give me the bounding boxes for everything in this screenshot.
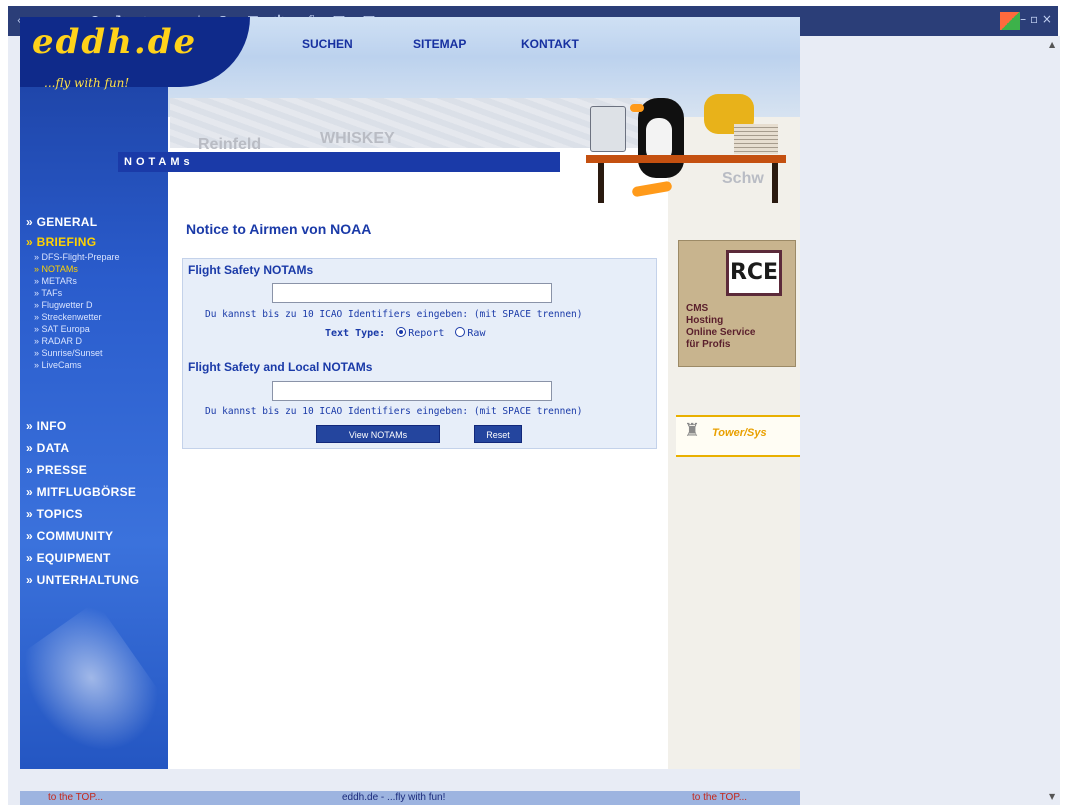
rce-logo[interactable]: RCE: [726, 250, 782, 296]
nav-sub-metars[interactable]: » METARs: [34, 276, 77, 286]
nav-briefing[interactable]: » BRIEFING: [26, 235, 96, 249]
radio-raw[interactable]: [455, 327, 466, 337]
scroll-down-icon[interactable]: ▼: [1049, 792, 1055, 801]
nav-equipment[interactable]: » EQUIPMENT: [26, 551, 111, 565]
scroll-up-icon[interactable]: ▲: [1049, 40, 1055, 49]
nav-info[interactable]: » INFO: [26, 419, 66, 433]
desk-icon: [586, 155, 786, 163]
footer-top-link-right[interactable]: to the TOP...: [692, 792, 747, 803]
nav-sub-flugwetter[interactable]: » Flugwetter D: [34, 300, 93, 310]
form2-heading: Flight Safety and Local NOTAMs: [188, 360, 373, 374]
nav-community[interactable]: » COMMUNITY: [26, 529, 113, 543]
rce-line: Online Service: [686, 327, 756, 338]
computer-monitor-icon: [590, 106, 626, 152]
nav-presse[interactable]: » PRESSE: [26, 463, 87, 477]
topnav-sitemap[interactable]: SITEMAP: [413, 37, 466, 51]
topnav-kontakt[interactable]: KONTAKT: [521, 37, 579, 51]
nav-sub-livecams[interactable]: » LiveCams: [34, 360, 82, 370]
site-logo[interactable]: eddh.de: [32, 22, 197, 62]
page-title: Notice to Airmen von NOAA: [186, 221, 372, 237]
nav-sub-radar[interactable]: » RADAR D: [34, 336, 82, 346]
vertical-scrollbar[interactable]: [1046, 36, 1060, 805]
windows-logo-icon: [1000, 12, 1020, 30]
nav-sub-streckenwetter[interactable]: » Streckenwetter: [34, 312, 102, 322]
nav-sub-dfs[interactable]: » DFS-Flight-Prepare: [34, 252, 120, 262]
form1-icao-input[interactable]: [272, 283, 552, 303]
map-word: WHISKEY: [320, 130, 395, 147]
nav-general[interactable]: » GENERAL: [26, 215, 97, 229]
reset-button[interactable]: Reset: [474, 425, 522, 443]
nav-unterhaltung[interactable]: » UNTERHALTUNG: [26, 573, 139, 587]
nav-sub-notams[interactable]: » NOTAMs: [34, 264, 78, 274]
section-title-bar: NOTAMs: [118, 152, 560, 172]
radio-report-label[interactable]: Report: [408, 328, 444, 339]
form2-icao-input[interactable]: [272, 381, 552, 401]
rce-line: Hosting: [686, 315, 724, 326]
form1-hint: Du kannst bis zu 10 ICAO Identifiers ein…: [205, 309, 583, 320]
map-word: Schw: [722, 170, 764, 187]
footer-tagline: eddh.de - ...fly with fun!: [342, 792, 446, 803]
nav-mitflugboerse[interactable]: » MITFLUGBÖRSE: [26, 485, 136, 499]
nav-sub-sat[interactable]: » SAT Europa: [34, 324, 90, 334]
text-type-row: Text Type: Report Raw: [325, 326, 485, 339]
view-notams-button[interactable]: View NOTAMs: [316, 425, 440, 443]
towersys-text[interactable]: Tower/Sys: [712, 427, 767, 439]
form1-heading: Flight Safety NOTAMs: [188, 263, 314, 277]
site-tagline: ...fly with fun!: [44, 76, 130, 90]
window-controls-icon[interactable]: – ▫ ×: [1020, 12, 1052, 26]
rce-ad-text[interactable]: CMS Hosting Online Service für Profis: [686, 303, 755, 351]
desk-leg: [772, 163, 778, 203]
nav-data[interactable]: » DATA: [26, 441, 69, 455]
form2-hint: Du kannst bis zu 10 ICAO Identifiers ein…: [205, 406, 583, 417]
penguin-beak: [630, 104, 644, 112]
topnav-suchen[interactable]: SUCHEN: [302, 37, 353, 51]
tower-icon: ♜: [684, 420, 701, 441]
paper-stack-icon: [734, 124, 778, 154]
nav-sub-sunrise[interactable]: » Sunrise/Sunset: [34, 348, 103, 358]
rce-line: CMS: [686, 303, 709, 314]
browser-window: ⇦ ⇨ ⊗ ↻ ⌂ ⌕ ☆ ◷ ✉ ✲ ⎙ ▣ ▤ – ▫ × Reinfeld…: [0, 0, 1066, 805]
nav-topics[interactable]: » TOPICS: [26, 507, 83, 521]
desk-leg: [598, 163, 604, 203]
radio-report[interactable]: [396, 327, 407, 337]
text-type-label: Text Type:: [325, 328, 386, 339]
nav-sub-tafs[interactable]: » TAFs: [34, 288, 62, 298]
footer-top-link-left[interactable]: to the TOP...: [48, 792, 103, 803]
radio-raw-label[interactable]: Raw: [467, 328, 485, 339]
rce-line: für Profis: [686, 339, 731, 350]
